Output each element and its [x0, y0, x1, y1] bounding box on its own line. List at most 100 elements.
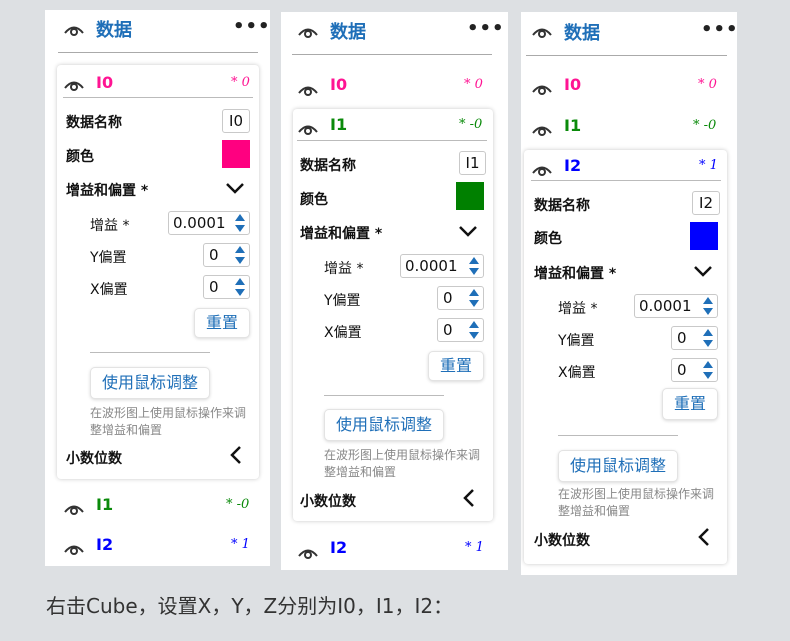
color-swatch[interactable] — [222, 140, 250, 168]
channel-value: * 1 — [231, 537, 250, 552]
channel-card-i2: I2 * 1 数据名称 I2 颜色 增益和偏置 * 增益 * 0.0001 Y偏… — [524, 150, 727, 564]
eye-icon[interactable] — [531, 24, 553, 38]
y-offset-label: Y偏置 — [558, 333, 595, 349]
color-swatch[interactable] — [456, 182, 484, 210]
channel-name[interactable]: I2 — [96, 535, 113, 554]
eye-icon[interactable] — [297, 82, 319, 96]
decimal-places-label: 小数位数 — [66, 451, 122, 467]
spinner-arrows-icon[interactable] — [701, 326, 715, 350]
panel-title: 数据 — [564, 23, 600, 44]
channel-value: * 1 — [465, 540, 484, 555]
gain-offset-label: 增益和偏置 * — [534, 266, 617, 282]
eye-icon[interactable] — [63, 501, 85, 515]
chevron-left-icon[interactable] — [230, 445, 242, 465]
eye-icon[interactable] — [531, 81, 553, 95]
x-offset-label: X偏置 — [90, 282, 128, 298]
panel-title: 数据 — [96, 20, 132, 41]
divider — [90, 352, 210, 353]
data-name-label: 数据名称 — [534, 198, 590, 214]
divider — [526, 55, 727, 56]
eye-icon[interactable] — [297, 121, 319, 135]
reset-button[interactable]: 重置 — [428, 351, 484, 381]
gain-offset-label: 增益和偏置 * — [300, 226, 383, 242]
channel-value: * -0 — [459, 117, 483, 132]
mouse-adjust-note: 在波形图上使用鼠标操作来调整增益和偏置 — [324, 448, 481, 479]
y-offset-label: Y偏置 — [324, 293, 361, 309]
chevron-down-icon[interactable] — [225, 182, 245, 194]
channel-name[interactable]: I1 — [96, 495, 113, 514]
divider — [58, 52, 258, 53]
decimal-places-label: 小数位数 — [534, 533, 590, 549]
eye-icon[interactable] — [531, 162, 553, 176]
chevron-down-icon[interactable] — [693, 265, 713, 277]
gain-label: 增益 * — [90, 218, 130, 234]
decimal-places-label: 小数位数 — [300, 494, 356, 510]
mouse-adjust-note: 在波形图上使用鼠标操作来调整增益和偏置 — [558, 487, 715, 518]
channel-name[interactable]: I0 — [564, 75, 581, 94]
data-name-input[interactable]: I1 — [459, 151, 486, 175]
more-menu-icon[interactable]: ••• — [701, 19, 737, 40]
spinner-arrows-icon[interactable] — [467, 318, 481, 342]
mouse-adjust-button[interactable]: 使用鼠标调整 — [324, 409, 444, 441]
divider — [531, 180, 721, 181]
spinner-arrows-icon[interactable] — [233, 211, 247, 235]
channel-card-i1: I1 * -0 数据名称 I1 颜色 增益和偏置 * 增益 * 0.0001 Y… — [293, 109, 493, 521]
channel-name[interactable]: I0 — [96, 73, 113, 92]
chevron-left-icon[interactable] — [698, 527, 710, 547]
channel-value: * 1 — [699, 158, 718, 173]
y-offset-label: Y偏置 — [90, 250, 127, 266]
more-menu-icon[interactable]: ••• — [233, 16, 270, 37]
color-label: 颜色 — [66, 149, 94, 165]
mouse-adjust-button[interactable]: 使用鼠标调整 — [90, 367, 210, 399]
spinner-arrows-icon[interactable] — [467, 286, 481, 310]
chevron-down-icon[interactable] — [458, 225, 478, 237]
color-label: 颜色 — [300, 192, 328, 208]
x-offset-label: X偏置 — [324, 325, 362, 341]
reset-button[interactable]: 重置 — [662, 388, 718, 420]
eye-icon[interactable] — [63, 77, 85, 91]
color-label: 颜色 — [534, 231, 562, 247]
data-name-input[interactable]: I2 — [692, 191, 720, 215]
spinner-arrows-icon[interactable] — [701, 294, 715, 318]
reset-button[interactable]: 重置 — [194, 308, 250, 338]
eye-icon[interactable] — [63, 541, 85, 555]
eye-icon[interactable] — [63, 22, 85, 36]
eye-icon[interactable] — [531, 122, 553, 136]
data-panel-1: 数据 ••• I0 * 0 数据名称 I0 颜色 增益和偏置 * 增益 * 0.… — [45, 10, 270, 566]
gain-offset-label: 增益和偏置 * — [66, 183, 149, 199]
divider — [292, 54, 492, 55]
mouse-adjust-note: 在波形图上使用鼠标操作来调整增益和偏置 — [90, 406, 247, 437]
spinner-arrows-icon[interactable] — [233, 275, 247, 299]
mouse-adjust-button[interactable]: 使用鼠标调整 — [558, 450, 678, 482]
panel-title: 数据 — [330, 22, 366, 43]
x-offset-label: X偏置 — [558, 365, 596, 381]
channel-name[interactable]: I2 — [330, 538, 347, 557]
channel-value: * 0 — [464, 77, 483, 92]
channel-value: * 0 — [698, 77, 717, 92]
channel-name[interactable]: I2 — [564, 156, 581, 175]
caption-text: 右击Cube，设置X，Y，Z分别为I0，I1，I2： — [46, 594, 454, 618]
divider — [324, 395, 444, 396]
divider — [63, 97, 253, 98]
spinner-arrows-icon[interactable] — [467, 254, 481, 278]
eye-icon[interactable] — [297, 545, 319, 559]
more-menu-icon[interactable]: ••• — [467, 18, 505, 39]
gain-label: 增益 * — [324, 261, 364, 277]
channel-value: * -0 — [693, 118, 717, 133]
color-swatch[interactable] — [690, 222, 718, 250]
eye-icon[interactable] — [297, 24, 319, 38]
data-name-input[interactable]: I0 — [222, 109, 250, 133]
channel-name[interactable]: I1 — [330, 115, 347, 134]
spinner-arrows-icon[interactable] — [233, 243, 247, 267]
divider — [297, 140, 487, 141]
gain-label: 增益 * — [558, 301, 598, 317]
data-panel-2: 数据 ••• I0 * 0 I1 * -0 数据名称 I1 颜色 增益和偏置 *… — [281, 12, 508, 570]
data-panel-3: 数据 ••• I0 * 0 I1 * -0 I2 * 1 数据名称 I2 颜色 … — [521, 12, 737, 575]
channel-name[interactable]: I1 — [564, 116, 581, 135]
channel-card-i0: I0 * 0 数据名称 I0 颜色 增益和偏置 * 增益 * 0.0001 Y偏… — [57, 65, 259, 479]
data-name-label: 数据名称 — [66, 115, 122, 131]
divider — [558, 435, 678, 436]
spinner-arrows-icon[interactable] — [701, 358, 715, 382]
chevron-left-icon[interactable] — [463, 488, 475, 508]
channel-name[interactable]: I0 — [330, 75, 347, 94]
